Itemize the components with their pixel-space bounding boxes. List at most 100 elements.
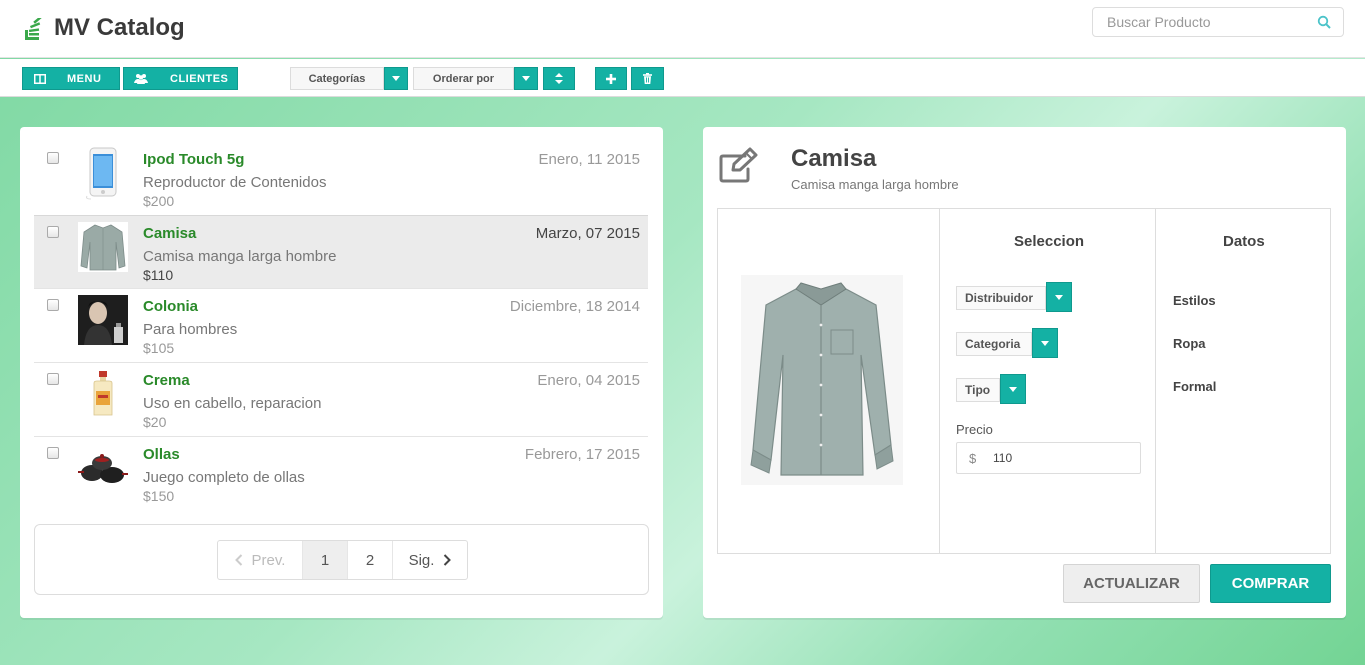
colonia-thumbnail — [78, 295, 128, 345]
product-description: Reproductor de Contenidos — [143, 174, 327, 191]
caret-down-icon — [522, 76, 530, 81]
product-name: Colonia — [143, 298, 198, 315]
camisa-thumbnail — [78, 222, 128, 272]
categorias-dropdown-button[interactable] — [384, 67, 408, 90]
delete-button[interactable] — [631, 67, 664, 90]
product-description: Juego completo de ollas — [143, 469, 305, 486]
price-input[interactable] — [993, 443, 1133, 473]
categorias-label: Categorías — [308, 72, 366, 85]
product-description: Camisa manga larga hombre — [143, 248, 337, 265]
product-checkbox[interactable] — [47, 226, 59, 238]
clientes-button[interactable]: CLIENTES — [123, 67, 238, 90]
product-date: Diciembre, 18 2014 — [509, 298, 640, 315]
search-box — [1092, 7, 1344, 37]
product-price: $150 — [143, 488, 175, 504]
ordenar-label: Orderar por — [432, 72, 495, 85]
product-image — [741, 275, 903, 485]
ipod-thumbnail — [78, 147, 128, 200]
toolbar: MENU CLIENTES Categorías Orderar por — [0, 59, 1365, 97]
trash-icon — [643, 73, 652, 84]
categoria-dropdown-button[interactable] — [1032, 328, 1058, 358]
page-2-button[interactable]: 2 — [348, 541, 393, 579]
stack-icon — [25, 18, 42, 40]
product-checkbox[interactable] — [47, 299, 59, 311]
product-list-panel: Ipod Touch 5g Reproductor de Contenidos … — [20, 127, 663, 618]
page-number: 2 — [365, 551, 375, 569]
tipo-select[interactable]: Tipo — [956, 378, 1000, 402]
product-checkbox[interactable] — [47, 447, 59, 459]
product-description: Uso en cabello, reparacion — [143, 395, 322, 412]
tipo-label: Tipo — [965, 383, 991, 397]
search-input[interactable] — [1093, 8, 1313, 36]
column-divider — [939, 209, 940, 553]
product-checkbox[interactable] — [47, 152, 59, 164]
price-label: Precio — [956, 422, 993, 437]
product-price: $110 — [143, 267, 174, 283]
ordenar-select[interactable]: Orderar por — [413, 67, 514, 90]
product-date: Febrero, 17 2015 — [524, 446, 640, 463]
product-name: Camisa — [143, 225, 197, 242]
menu-label: MENU — [67, 72, 102, 85]
product-detail-panel: Camisa Camisa manga larga hombre Selecci… — [703, 127, 1346, 618]
detail-subtitle: Camisa manga larga hombre — [791, 177, 959, 192]
datos-item: Formal — [1173, 379, 1217, 394]
columns-icon — [23, 73, 57, 84]
currency-symbol: $ — [969, 451, 977, 466]
product-date: Enero, 11 2015 — [538, 151, 640, 168]
distribuidor-select[interactable]: Distribuidor — [956, 286, 1046, 310]
datos-item: Estilos — [1173, 293, 1216, 308]
pagination: Prev. 1 2 Sig. — [217, 540, 468, 580]
pagination-container: Prev. 1 2 Sig. — [34, 524, 649, 595]
ollas-thumbnail — [78, 443, 128, 493]
seleccion-header: Seleccion — [1014, 233, 1085, 250]
next-label: Sig. — [408, 551, 435, 569]
product-item-ipod[interactable]: Ipod Touch 5g Reproductor de Contenidos … — [34, 142, 648, 216]
product-name: Ipod Touch 5g — [143, 151, 245, 168]
product-item-camisa[interactable]: Camisa Camisa manga larga hombre $110 Ma… — [34, 215, 648, 289]
buy-button[interactable]: COMPRAR — [1210, 564, 1331, 603]
clientes-label: CLIENTES — [170, 72, 229, 85]
categorias-select[interactable]: Categorías — [290, 67, 384, 90]
column-divider — [1155, 209, 1156, 553]
caret-down-icon — [1009, 386, 1017, 392]
detail-title: Camisa — [791, 145, 877, 172]
menu-button[interactable]: MENU — [22, 67, 120, 90]
distribuidor-dropdown-button[interactable] — [1046, 282, 1072, 312]
product-name: Crema — [143, 372, 190, 389]
page-1-button[interactable]: 1 — [303, 541, 348, 579]
ordenar-dropdown-button[interactable] — [514, 67, 538, 90]
product-item-crema[interactable]: Crema Uso en cabello, reparacion $20 Ene… — [34, 363, 648, 437]
product-name: Ollas — [143, 446, 180, 463]
price-field: $ — [956, 442, 1141, 474]
categoria-label: Categoria — [965, 337, 1021, 351]
next-page-button[interactable]: Sig. — [393, 541, 467, 579]
update-button[interactable]: ACTUALIZAR — [1063, 564, 1200, 603]
chevron-left-icon — [234, 554, 242, 566]
edit-icon[interactable] — [718, 146, 760, 184]
crema-thumbnail — [78, 369, 128, 419]
page-number: 1 — [320, 551, 330, 569]
datos-header: Datos — [1223, 233, 1265, 250]
app-title: MV Catalog — [54, 14, 185, 41]
product-description: Para hombres — [143, 321, 238, 338]
prev-label: Prev. — [251, 551, 286, 569]
product-checkbox[interactable] — [47, 373, 59, 385]
categoria-select[interactable]: Categoria — [956, 332, 1032, 356]
top-bar: MV Catalog — [0, 0, 1365, 58]
detail-grid: Seleccion Datos Distribuidor Categoria T… — [717, 208, 1331, 554]
search-icon[interactable] — [1317, 15, 1331, 29]
caret-down-icon — [1041, 340, 1049, 346]
product-date: Marzo, 07 2015 — [535, 225, 640, 242]
add-button[interactable] — [595, 67, 627, 90]
product-price: $20 — [143, 414, 167, 430]
sort-icon — [555, 73, 563, 84]
plus-icon — [606, 73, 616, 84]
prev-page-button[interactable]: Prev. — [218, 541, 303, 579]
caret-down-icon — [1055, 294, 1063, 300]
product-item-ollas[interactable]: Ollas Juego completo de ollas $150 Febre… — [34, 437, 648, 511]
product-item-colonia[interactable]: Colonia Para hombres $105 Diciembre, 18 … — [34, 289, 648, 363]
sort-button[interactable] — [543, 67, 575, 90]
datos-item: Ropa — [1173, 336, 1206, 351]
distribuidor-label: Distribuidor — [965, 291, 1033, 305]
tipo-dropdown-button[interactable] — [1000, 374, 1026, 404]
